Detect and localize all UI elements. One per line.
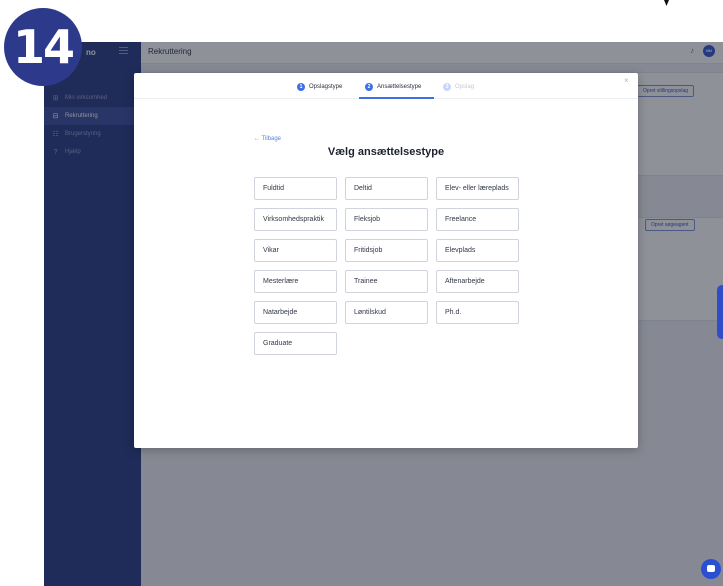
step-number: 3 [443, 83, 451, 91]
step-opslagstype[interactable]: 1 Opslagstype [297, 83, 342, 91]
option-fuldtid[interactable]: Fuldtid [254, 177, 337, 200]
step-opslag: 3 Opslag [443, 83, 474, 91]
option-mesterlaere[interactable]: Mesterlære [254, 270, 337, 293]
employment-type-options: Fuldtid Deltid Elev- eller læreplads Vir… [254, 177, 519, 355]
step-badge: 14 [0, 0, 86, 86]
option-natarbejde[interactable]: Natarbejde [254, 301, 337, 324]
option-elevplads[interactable]: Elevplads [436, 239, 519, 262]
option-virksomhedspraktik[interactable]: Virksomhedspraktik [254, 208, 337, 231]
step-badge-number: 14 [12, 20, 75, 74]
option-phd[interactable]: Ph.d. [436, 301, 519, 324]
stepper: 1 Opslagstype 2 Ansættelsestype 3 Opslag [134, 73, 638, 99]
option-fritidsjob[interactable]: Fritidsjob [345, 239, 428, 262]
option-elev-eller-laereplads[interactable]: Elev- eller læreplads [436, 177, 519, 200]
option-fleksjob[interactable]: Fleksjob [345, 208, 428, 231]
option-lontilskud[interactable]: Løntilskud [345, 301, 428, 324]
employment-type-modal: × 1 Opslagstype 2 Ansættelsestype 3 Opsl… [134, 73, 638, 448]
back-link[interactable]: ← Tilbage [254, 136, 281, 142]
option-freelance[interactable]: Freelance [436, 208, 519, 231]
modal-heading: Vælg ansættelsestype [327, 146, 445, 158]
step-label: Opslagstype [309, 84, 343, 90]
step-label: Opslag [455, 84, 475, 90]
side-panel-tab[interactable] [717, 285, 723, 339]
step-number: 1 [297, 83, 305, 91]
option-vikar[interactable]: Vikar [254, 239, 337, 262]
option-trainee[interactable]: Trainee [345, 270, 428, 293]
arrow-stroke-icon [664, 0, 669, 6]
option-graduate[interactable]: Graduate [254, 332, 337, 355]
step-label: Ansættelsestype [377, 84, 422, 90]
active-step-indicator [359, 97, 434, 99]
step-number: 2 [365, 83, 373, 91]
option-aftenarbejde[interactable]: Aftenarbejde [436, 270, 519, 293]
step-ansaettelsestype[interactable]: 2 Ansættelsestype [365, 83, 421, 91]
chat-icon[interactable] [701, 559, 721, 579]
option-deltid[interactable]: Deltid [345, 177, 428, 200]
